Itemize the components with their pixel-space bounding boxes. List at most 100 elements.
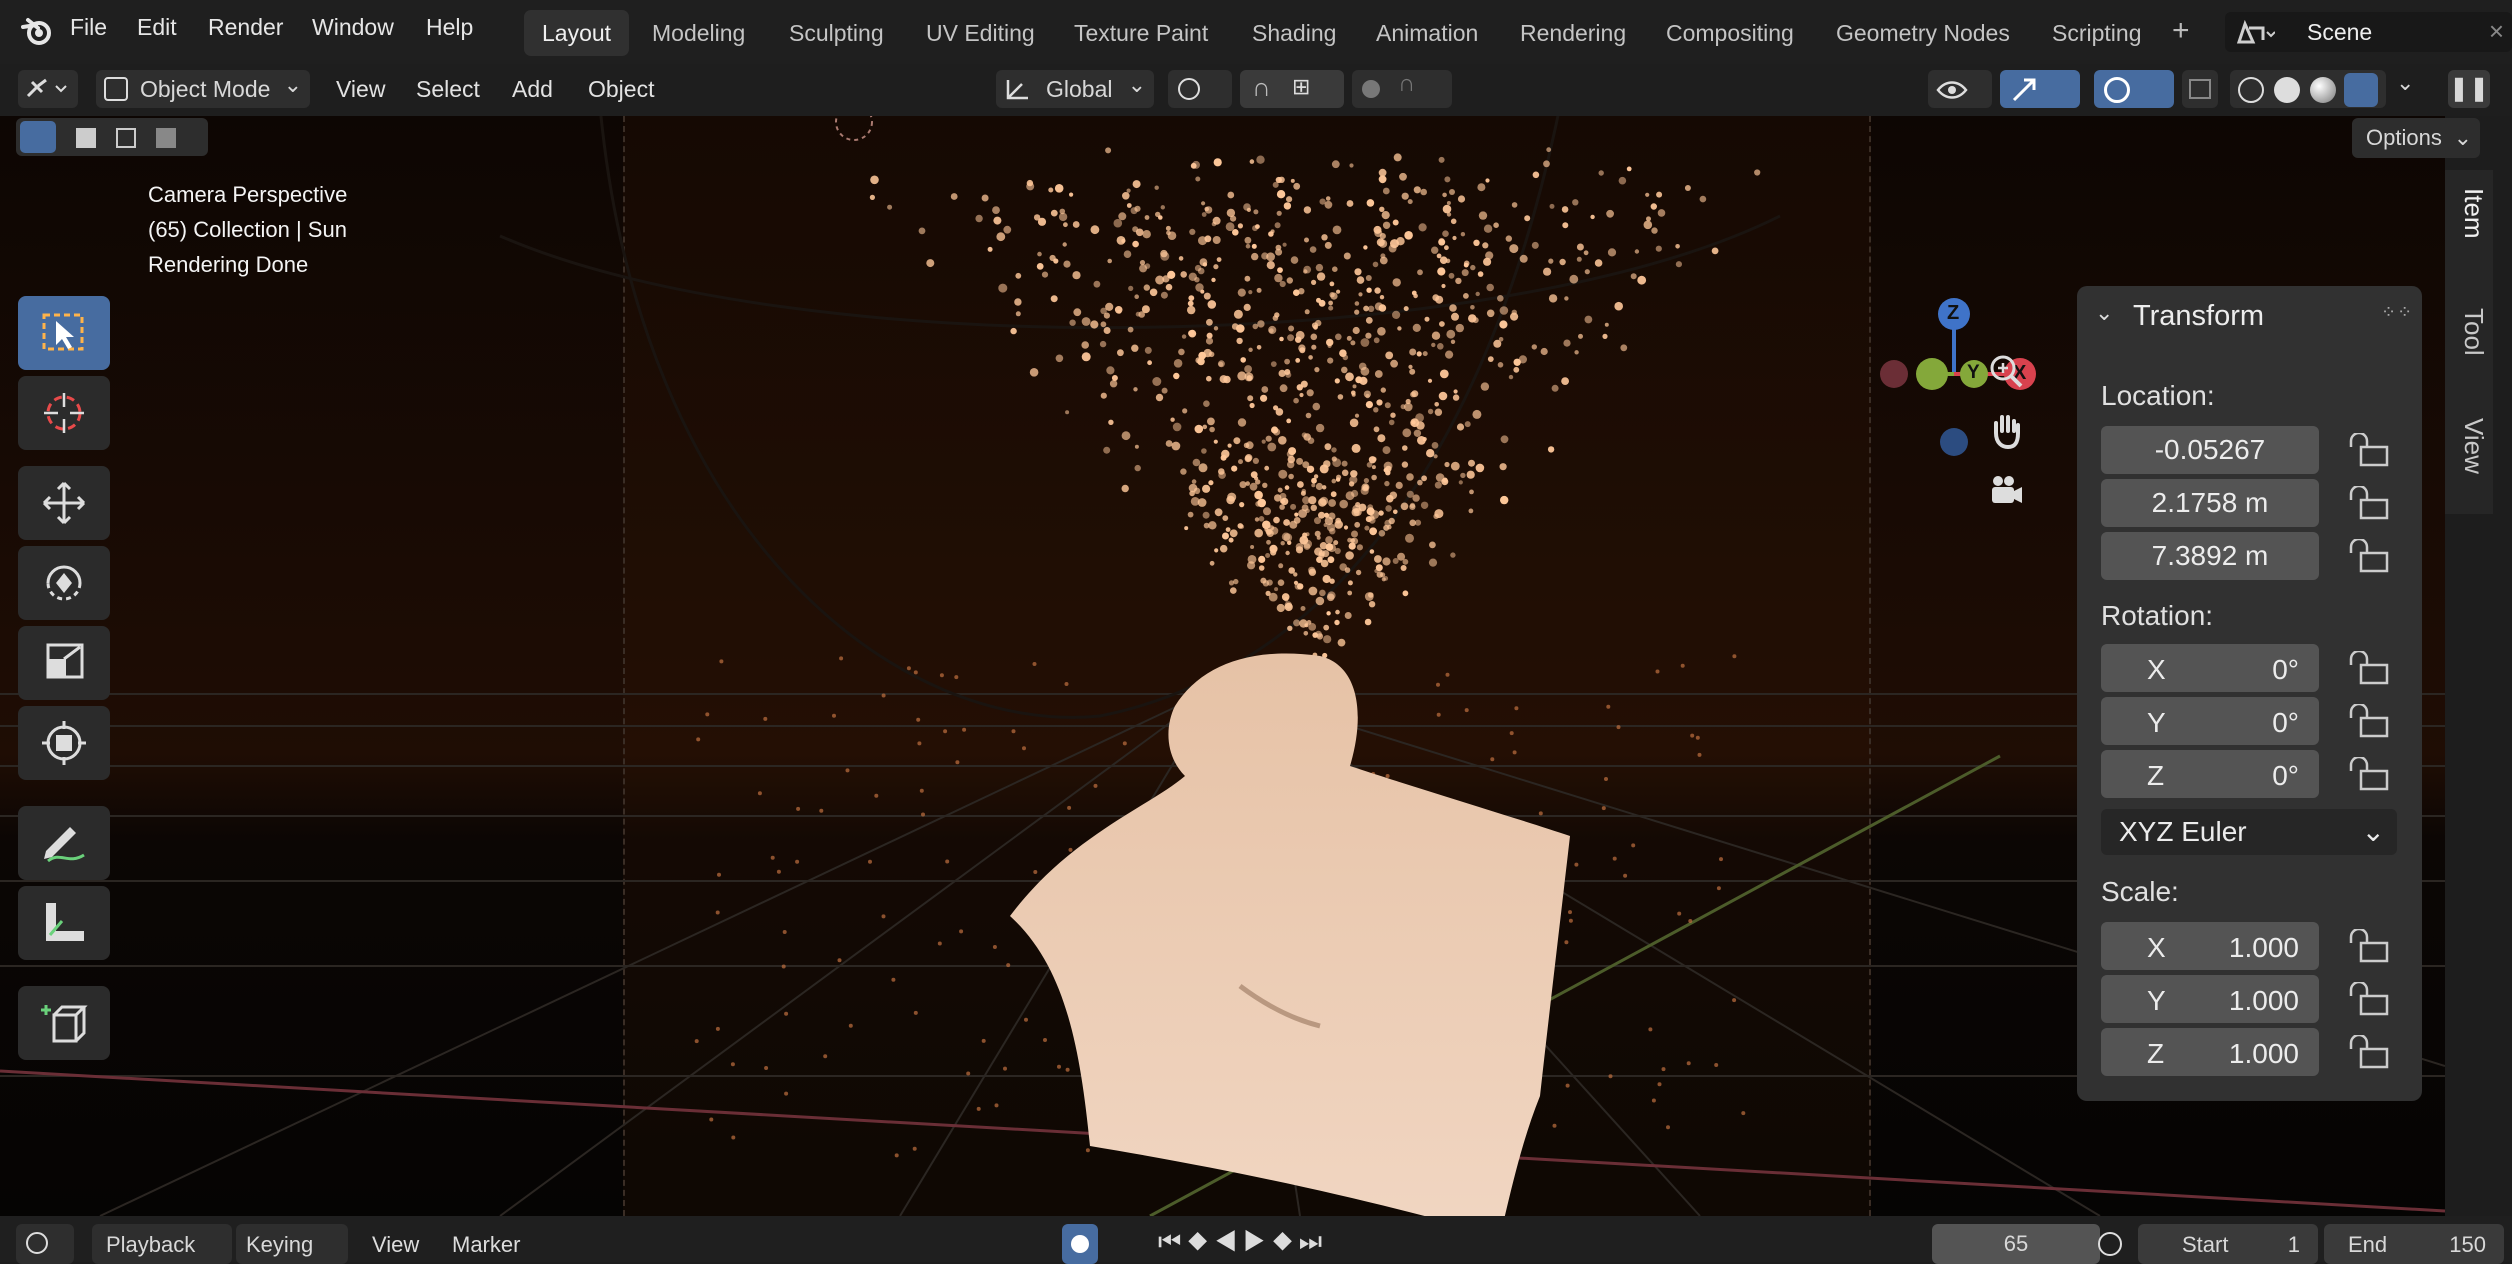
tab-compositing[interactable]: Compositing bbox=[1648, 10, 1812, 56]
rotation-x-field[interactable]: X 0° bbox=[2101, 644, 2319, 692]
start-frame-field[interactable]: Start 1 bbox=[2138, 1224, 2318, 1264]
select-new-icon[interactable] bbox=[20, 121, 56, 153]
menu-help[interactable]: Help bbox=[426, 14, 473, 41]
lock-location-x-icon[interactable] bbox=[2349, 433, 2391, 467]
gizmo-toggle[interactable] bbox=[2000, 70, 2080, 108]
rotation-mode-dropdown[interactable]: XYZ Euler ⌄ bbox=[2101, 809, 2397, 855]
shading-options-chevron-icon[interactable]: ⌄ bbox=[2396, 70, 2414, 96]
particle bbox=[1296, 457, 1304, 465]
pan-hand-icon[interactable] bbox=[1986, 411, 2026, 451]
lock-location-z-icon[interactable] bbox=[2349, 539, 2391, 573]
select-box-tool[interactable] bbox=[18, 296, 110, 370]
tab-layout[interactable]: Layout bbox=[524, 10, 630, 56]
menu-window[interactable]: Window bbox=[312, 14, 394, 41]
pause-render-icon[interactable]: ❚❚ bbox=[2448, 70, 2490, 108]
tab-modeling[interactable]: Modeling bbox=[634, 10, 763, 56]
lock-rotation-z-icon[interactable] bbox=[2349, 757, 2391, 791]
select-intersect-icon[interactable] bbox=[156, 128, 176, 148]
menu-view[interactable]: View bbox=[336, 70, 385, 108]
tab-uv-editing[interactable]: UV Editing bbox=[908, 10, 1053, 56]
shading-mode-group[interactable] bbox=[2230, 70, 2386, 108]
menu-add[interactable]: Add bbox=[512, 70, 553, 108]
stopwatch-icon[interactable] bbox=[2098, 1232, 2122, 1256]
selection-mode-group[interactable] bbox=[16, 118, 208, 156]
current-frame-field[interactable]: 65 bbox=[1932, 1224, 2100, 1264]
rotation-z-field[interactable]: Z 0° bbox=[2101, 750, 2319, 798]
menu-select[interactable]: Select bbox=[416, 70, 480, 108]
end-frame-field[interactable]: End 150 bbox=[2324, 1224, 2504, 1264]
panel-collapse-icon[interactable]: ⌄ bbox=[2095, 300, 2113, 326]
particle bbox=[1264, 465, 1270, 471]
drag-handle-icon[interactable]: ⁘⁘ bbox=[2381, 302, 2413, 323]
tab-rendering[interactable]: Rendering bbox=[1502, 10, 1644, 56]
timeline-view-menu[interactable]: View bbox=[372, 1232, 419, 1258]
location-z-field[interactable]: 7.3892 m bbox=[2101, 532, 2319, 580]
editor-type-button[interactable] bbox=[18, 70, 78, 108]
tab-sculpting[interactable]: Sculpting bbox=[771, 10, 902, 56]
timeline-editor-type[interactable] bbox=[16, 1224, 74, 1264]
location-x-field[interactable]: -0.05267 bbox=[2101, 426, 2319, 474]
wireframe-shading-icon[interactable] bbox=[2238, 77, 2264, 103]
scene-selector[interactable]: Scene × bbox=[2225, 12, 2512, 52]
scale-y-field[interactable]: Y 1.000 bbox=[2101, 975, 2319, 1023]
select-subtract-icon[interactable] bbox=[116, 128, 136, 148]
snap-toggle[interactable]: ∩ ⊞ bbox=[1240, 70, 1344, 108]
playback-controls[interactable]: ⏮◆◀▶◆⏭ bbox=[1158, 1226, 1328, 1258]
cursor-tool[interactable] bbox=[18, 376, 110, 450]
mode-selector[interactable]: Object Mode ⌄ bbox=[96, 70, 310, 108]
rotation-y-field[interactable]: Y 0° bbox=[2101, 697, 2319, 745]
annotate-tool[interactable] bbox=[18, 806, 110, 880]
lock-scale-z-icon[interactable] bbox=[2349, 1035, 2391, 1069]
scale-z-field[interactable]: Z 1.000 bbox=[2101, 1028, 2319, 1076]
particle bbox=[1390, 412, 1396, 418]
blender-logo-icon[interactable] bbox=[20, 16, 52, 46]
scale-tool[interactable] bbox=[18, 626, 110, 700]
lock-rotation-y-icon[interactable] bbox=[2349, 704, 2391, 738]
zoom-icon[interactable] bbox=[1986, 351, 2026, 391]
options-button[interactable]: Options ⌄ bbox=[2352, 118, 2480, 158]
pivot-point-dropdown[interactable] bbox=[1168, 70, 1232, 108]
menu-file[interactable]: File bbox=[70, 14, 107, 41]
material-shading-icon[interactable] bbox=[2310, 77, 2336, 103]
menu-object[interactable]: Object bbox=[588, 70, 654, 108]
measure-tool[interactable] bbox=[18, 886, 110, 960]
tab-scripting[interactable]: Scripting bbox=[2034, 10, 2159, 56]
proportional-editing[interactable]: ∩ bbox=[1352, 70, 1452, 108]
rendered-shading-icon[interactable] bbox=[2344, 73, 2378, 107]
menu-edit[interactable]: Edit bbox=[137, 14, 177, 41]
sidebar-tab-view[interactable]: View bbox=[2449, 418, 2489, 474]
solid-shading-icon[interactable] bbox=[2274, 77, 2300, 103]
lock-location-y-icon[interactable] bbox=[2349, 486, 2391, 520]
add-cube-tool[interactable] bbox=[18, 986, 110, 1060]
3d-viewport[interactable]: Camera Perspective (65) Collection | Sun… bbox=[0, 116, 2445, 1216]
timeline-marker-menu[interactable]: Marker bbox=[452, 1232, 520, 1258]
bust-mesh[interactable] bbox=[990, 586, 1590, 1216]
visibility-dropdown[interactable] bbox=[1928, 70, 1992, 108]
tab-texture-paint[interactable]: Texture Paint bbox=[1056, 10, 1226, 56]
playback-menu[interactable]: Playback bbox=[92, 1224, 232, 1264]
menu-render[interactable]: Render bbox=[208, 14, 283, 41]
transform-tool[interactable] bbox=[18, 706, 110, 780]
auto-keying-toggle[interactable] bbox=[1062, 1224, 1098, 1264]
lock-scale-x-icon[interactable] bbox=[2349, 929, 2391, 963]
tab-animation[interactable]: Animation bbox=[1358, 10, 1496, 56]
move-tool[interactable] bbox=[18, 466, 110, 540]
keying-menu[interactable]: Keying bbox=[236, 1224, 348, 1264]
transform-orientation-dropdown[interactable]: Global ⌄ bbox=[996, 70, 1154, 108]
transform-panel-title[interactable]: Transform bbox=[2133, 300, 2264, 333]
lock-scale-y-icon[interactable] bbox=[2349, 982, 2391, 1016]
sidebar-tab-tool[interactable]: Tool bbox=[2449, 308, 2489, 356]
overlay-toggle[interactable] bbox=[2094, 70, 2174, 108]
location-y-field[interactable]: 2.1758 m bbox=[2101, 479, 2319, 527]
tab-geometry-nodes[interactable]: Geometry Nodes bbox=[1818, 10, 2028, 56]
lock-rotation-x-icon[interactable] bbox=[2349, 651, 2391, 685]
sidebar-tab-item[interactable]: Item bbox=[2449, 188, 2489, 239]
add-workspace-icon[interactable]: + bbox=[2172, 14, 2190, 48]
close-icon[interactable]: × bbox=[2489, 16, 2504, 47]
camera-view-icon[interactable] bbox=[1986, 471, 2026, 511]
rotate-tool[interactable] bbox=[18, 546, 110, 620]
tab-shading[interactable]: Shading bbox=[1234, 10, 1354, 56]
select-extend-icon[interactable] bbox=[76, 128, 96, 148]
scale-x-field[interactable]: X 1.000 bbox=[2101, 922, 2319, 970]
xray-toggle[interactable] bbox=[2182, 70, 2218, 108]
